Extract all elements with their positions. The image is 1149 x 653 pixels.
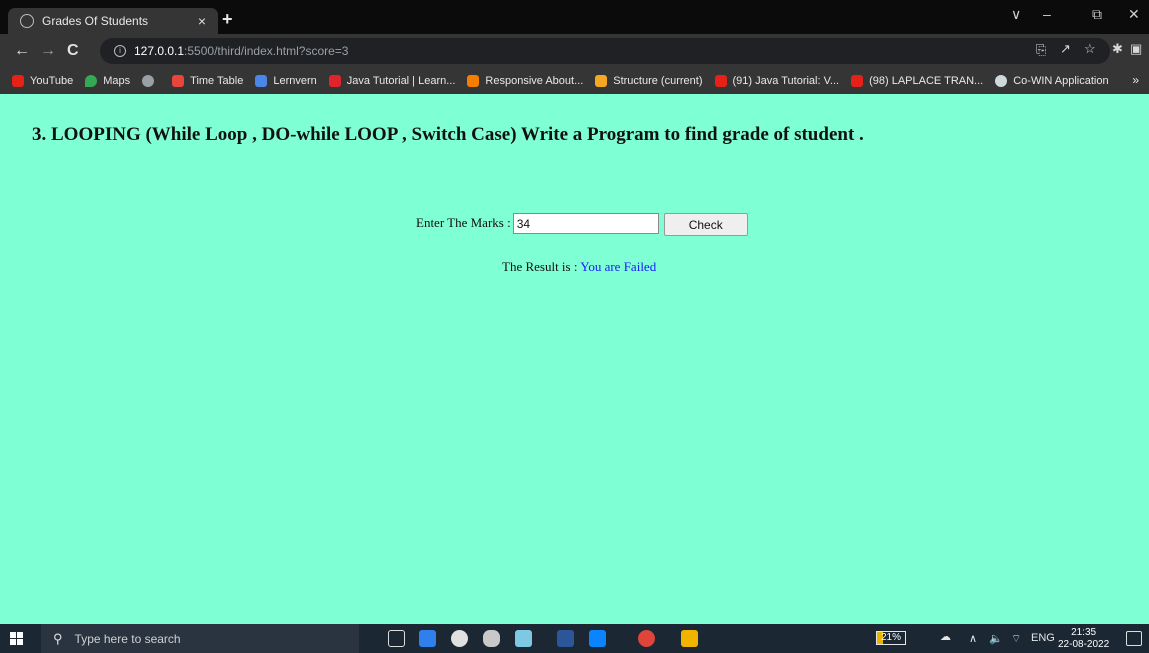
bookmark-maps[interactable]: Maps: [85, 75, 130, 87]
tab-search-chevron-icon[interactable]: ∨: [1011, 6, 1021, 23]
bookmarks-bar: YouTube Maps Time Table Lernvern Java Tu…: [0, 68, 1149, 94]
minimize-button[interactable]: –: [1043, 6, 1051, 22]
youtube-icon: [714, 75, 727, 87]
side-panel-icon[interactable]: ▣: [1130, 41, 1142, 57]
search-placeholder: Type here to search: [74, 631, 181, 646]
blogger-icon: [467, 75, 480, 87]
bookmark-java-tutorial[interactable]: Java Tutorial | Learn...: [328, 75, 455, 87]
bookmark-structure[interactable]: Structure (current): [595, 75, 703, 87]
bookmark-globe[interactable]: [142, 75, 160, 87]
notes-icon[interactable]: [515, 630, 532, 647]
word-icon[interactable]: [557, 630, 574, 647]
bookmark-time-table[interactable]: Time Table: [172, 75, 243, 87]
file-explorer-icon[interactable]: [681, 630, 698, 647]
bookmark-java-tutorial-video[interactable]: (91) Java Tutorial: V...: [714, 75, 839, 87]
clock-date: 22-08-2022: [1058, 639, 1110, 650]
battery-indicator[interactable]: 21%: [876, 631, 906, 645]
reload-button[interactable]: C: [67, 42, 79, 60]
bookmark-cowin[interactable]: Co-WIN Application: [995, 75, 1109, 87]
snip-icon[interactable]: [483, 630, 500, 647]
book-icon: [172, 75, 185, 87]
marks-form: Enter The Marks : 34 Check: [416, 213, 748, 236]
result-prefix: The Result is :: [502, 259, 581, 274]
weather-icon[interactable]: ☁: [940, 630, 951, 643]
page-heading: 3. LOOPING (While Loop , DO-while LOOP ,…: [32, 124, 864, 145]
url-path: :5500/third/index.html?score=3: [184, 44, 349, 58]
tab-strip: Grades Of Students × + ∨ – ⧉ ✕: [0, 0, 1149, 34]
result-value: You are Failed: [580, 259, 657, 274]
close-window-button[interactable]: ✕: [1128, 6, 1140, 23]
new-tab-button[interactable]: +: [222, 9, 233, 30]
bookmark-lernvern[interactable]: Lernvern: [255, 75, 317, 87]
translate-icon: [255, 75, 268, 87]
chrome-icon[interactable]: [638, 630, 655, 647]
back-button[interactable]: ←: [14, 42, 30, 60]
app-icon[interactable]: [451, 630, 468, 647]
bookmark-responsive-about[interactable]: Responsive About...: [467, 75, 583, 87]
cowin-icon: [995, 75, 1008, 87]
maps-icon: [85, 75, 98, 87]
bookmark-star-icon[interactable]: ☆: [1084, 41, 1096, 57]
youtube-icon: [12, 75, 24, 87]
bookmark-laplace[interactable]: (98) LAPLACE TRAN...: [851, 75, 983, 87]
result-line: The Result is : You are Failed: [502, 259, 656, 275]
clock-time: 21:35: [1071, 627, 1097, 638]
lernvern-app-icon[interactable]: [419, 630, 436, 647]
check-button[interactable]: Check: [663, 213, 748, 236]
browser-toolbar: ← → C i 127.0.0.1 :5500/third/index.html…: [0, 34, 1149, 68]
taskbar-search[interactable]: ⚲ Type here to search: [41, 624, 359, 653]
info-icon[interactable]: i: [114, 45, 126, 57]
extensions-icon[interactable]: ✱: [1112, 41, 1123, 57]
bookmark-youtube[interactable]: YouTube: [12, 75, 73, 87]
youtube-icon: [851, 75, 864, 87]
address-bar[interactable]: i 127.0.0.1 :5500/third/index.html?score…: [100, 38, 1110, 64]
tab-title: Grades Of Students: [42, 14, 149, 28]
active-tab[interactable]: Grades Of Students ×: [8, 8, 218, 34]
globe-icon: [142, 75, 155, 87]
tray-chevron-icon[interactable]: ∧: [969, 632, 977, 645]
search-icon: ⚲: [53, 630, 63, 646]
vscode-icon[interactable]: [589, 630, 606, 647]
translate-icon[interactable]: ⎘: [1036, 42, 1046, 58]
javatpoint-icon: [328, 75, 341, 87]
volume-muted-icon[interactable]: 🔈: [989, 632, 1003, 645]
restore-button[interactable]: ⧉: [1092, 6, 1102, 23]
windows-start-icon[interactable]: [10, 632, 23, 645]
share-icon[interactable]: ↗: [1060, 41, 1071, 57]
bookmarks-overflow-icon[interactable]: »: [1132, 73, 1139, 87]
globe-icon: [20, 14, 34, 28]
marks-label: Enter The Marks :: [416, 215, 511, 230]
url-host: 127.0.0.1: [134, 44, 185, 58]
task-view-icon[interactable]: [388, 630, 405, 647]
forward-button[interactable]: →: [40, 42, 56, 60]
notification-icon[interactable]: [1126, 631, 1142, 646]
tab-close-icon[interactable]: ×: [192, 13, 212, 29]
clock[interactable]: 21:35 22-08-2022: [1058, 627, 1109, 651]
structure-icon: [595, 75, 608, 87]
marks-input[interactable]: 34: [512, 213, 659, 234]
wifi-icon[interactable]: ⌔: [1011, 632, 1021, 646]
language-indicator[interactable]: ENG: [1031, 632, 1055, 644]
windows-taskbar: ⚲ Type here to search 21% ☁ ∧ 🔈 ⌔ ENG 21…: [0, 624, 1149, 653]
